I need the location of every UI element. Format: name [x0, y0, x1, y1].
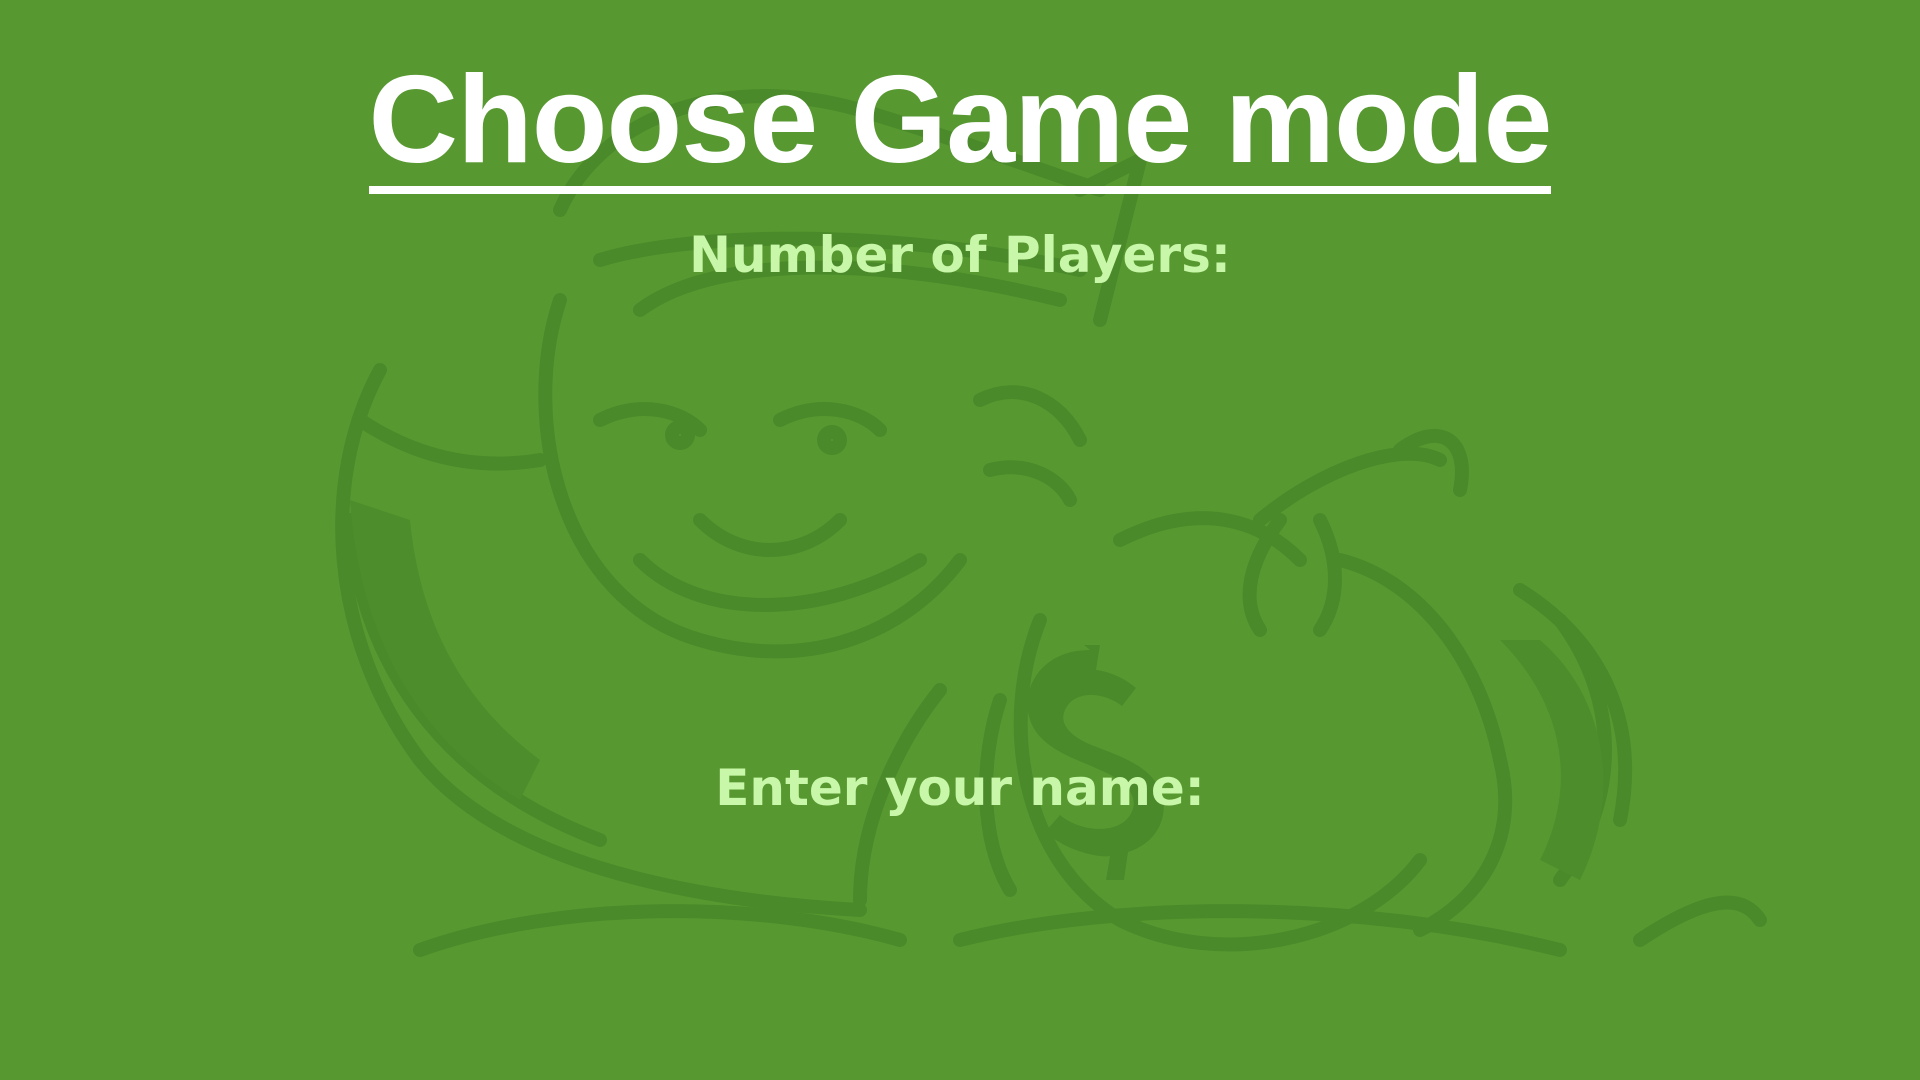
player-name-label: Enter your name:: [715, 759, 1205, 817]
page-title: Choose Game mode: [0, 58, 1920, 194]
page-title-text: Choose Game mode: [368, 58, 1552, 194]
players-count-label: Number of Players:: [689, 226, 1231, 284]
